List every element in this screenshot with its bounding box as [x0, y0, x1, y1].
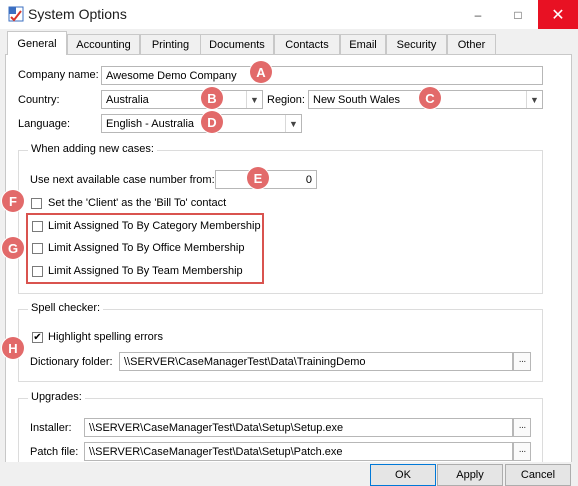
region-value: New South Wales	[313, 93, 401, 106]
marker-a: A	[250, 61, 272, 83]
chevron-down-icon[interactable]: ▼	[285, 115, 301, 132]
client-bill-to-label: Set the 'Client' as the 'Bill To' contac…	[48, 197, 227, 209]
installer-label: Installer:	[30, 422, 72, 434]
marker-g: G	[2, 237, 24, 259]
cancel-button[interactable]: Cancel	[505, 464, 571, 486]
marker-f: F	[2, 190, 24, 212]
tab-other[interactable]: Other	[447, 34, 496, 54]
region-label: Region:	[267, 94, 305, 106]
marker-c: C	[419, 87, 441, 109]
title-bar: System Options – □ ✕	[0, 0, 578, 29]
maximize-button[interactable]: □	[498, 0, 538, 29]
tab-email[interactable]: Email	[340, 34, 386, 54]
patch-file-field[interactable]: \\SERVER\CaseManagerTest\Data\Setup\Patc…	[84, 442, 513, 461]
tab-printing[interactable]: Printing	[140, 34, 201, 54]
country-label: Country:	[18, 94, 60, 106]
company-name-label: Company name:	[18, 69, 99, 81]
next-case-label: Use next available case number from:	[30, 174, 215, 186]
marker-h: H	[2, 337, 24, 359]
language-value: English - Australia	[106, 117, 195, 130]
tab-accounting[interactable]: Accounting	[67, 34, 140, 54]
dictionary-folder-label: Dictionary folder:	[30, 356, 113, 368]
chevron-down-icon[interactable]: ▼	[526, 91, 542, 108]
ok-button[interactable]: OK	[370, 464, 436, 486]
app-icon	[8, 6, 24, 22]
language-label: Language:	[18, 118, 70, 130]
installer-browse-button[interactable]: ···	[513, 418, 531, 437]
client-bill-to-checkbox[interactable]	[31, 198, 42, 209]
upgrades-group-title: Upgrades:	[28, 391, 85, 403]
minimize-button[interactable]: –	[458, 0, 498, 29]
marker-e: E	[247, 167, 269, 189]
apply-button[interactable]: Apply	[437, 464, 503, 486]
marker-b: B	[201, 87, 223, 109]
spell-checker-group	[18, 309, 543, 382]
spell-checker-group-title: Spell checker:	[28, 302, 104, 314]
new-cases-group-title: When adding new cases:	[28, 143, 157, 155]
dictionary-browse-button[interactable]: ···	[513, 352, 531, 371]
installer-field[interactable]: \\SERVER\CaseManagerTest\Data\Setup\Setu…	[84, 418, 513, 437]
tab-security[interactable]: Security	[386, 34, 447, 54]
tab-general[interactable]: General	[7, 31, 67, 55]
company-name-field[interactable]: Awesome Demo Company	[101, 66, 543, 85]
highlight-spelling-checkbox[interactable]: ✔	[32, 332, 43, 343]
patch-file-browse-button[interactable]: ···	[513, 442, 531, 461]
highlight-box	[26, 213, 264, 284]
window-title: System Options	[28, 6, 127, 22]
country-value: Australia	[106, 93, 149, 106]
tab-documents[interactable]: Documents	[200, 34, 274, 54]
tab-contacts[interactable]: Contacts	[274, 34, 340, 54]
patch-file-label: Patch file:	[30, 446, 79, 458]
dictionary-folder-field[interactable]: \\SERVER\CaseManagerTest\Data\TrainingDe…	[119, 352, 513, 371]
close-button[interactable]: ✕	[538, 0, 578, 29]
highlight-spelling-label: Highlight spelling errors	[48, 331, 163, 343]
chevron-down-icon[interactable]: ▼	[246, 91, 262, 108]
marker-d: D	[201, 111, 223, 133]
country-select[interactable]: Australia ▼	[101, 90, 263, 109]
